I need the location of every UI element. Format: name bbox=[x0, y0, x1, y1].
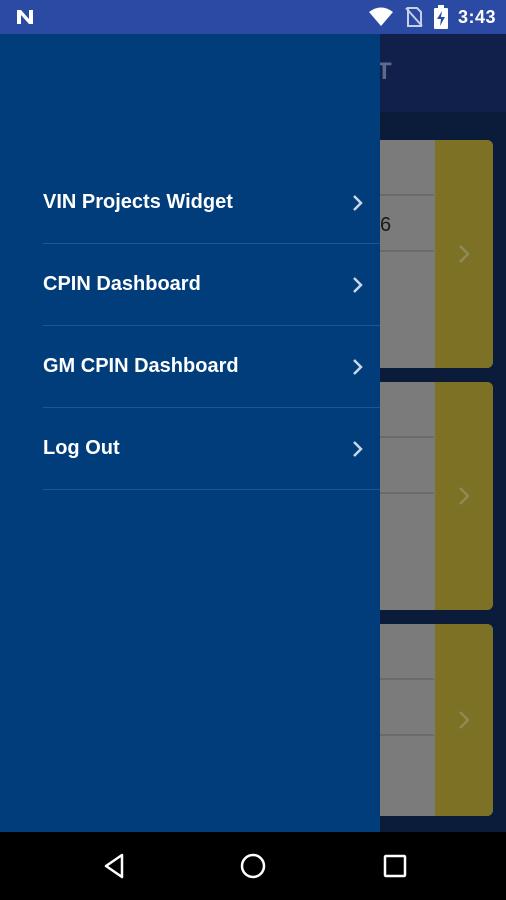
menu-item-log-out[interactable]: Log Out bbox=[43, 408, 380, 490]
chevron-right-icon bbox=[459, 487, 470, 505]
navigation-drawer: VIN Projects Widget CPIN Dashboard GM CP… bbox=[0, 34, 380, 832]
menu-item-label: GM CPIN Dashboard bbox=[43, 355, 239, 377]
home-icon[interactable] bbox=[238, 851, 268, 881]
drawer-menu: VIN Projects Widget CPIN Dashboard GM CP… bbox=[43, 162, 380, 490]
chevron-right-icon bbox=[459, 245, 470, 263]
menu-item-vin-projects-widget[interactable]: VIN Projects Widget bbox=[43, 162, 380, 244]
card-action[interactable] bbox=[435, 624, 493, 816]
chevron-right-icon bbox=[353, 276, 363, 293]
back-icon[interactable] bbox=[100, 851, 130, 881]
card-action[interactable] bbox=[435, 140, 493, 368]
system-nav-bar bbox=[0, 832, 506, 900]
chevron-right-icon bbox=[459, 711, 470, 729]
n-notification-icon bbox=[17, 10, 33, 24]
menu-item-label: VIN Projects Widget bbox=[43, 191, 233, 213]
chevron-right-icon bbox=[353, 440, 363, 457]
card-value-fragment: 6 bbox=[380, 214, 392, 236]
menu-item-label: CPIN Dashboard bbox=[43, 273, 201, 295]
wifi-icon bbox=[368, 7, 393, 26]
chevron-right-icon bbox=[353, 194, 363, 211]
status-time: 3:43 bbox=[457, 6, 496, 27]
menu-item-cpin-dashboard[interactable]: CPIN Dashboard bbox=[43, 244, 380, 326]
card-action[interactable] bbox=[435, 382, 493, 610]
status-bar: 3:43 bbox=[0, 0, 506, 34]
recents-icon[interactable] bbox=[380, 851, 410, 881]
chevron-right-icon bbox=[353, 358, 363, 375]
menu-item-gm-cpin-dashboard[interactable]: GM CPIN Dashboard bbox=[43, 326, 380, 408]
no-sim-icon bbox=[405, 7, 423, 27]
battery-charging-icon bbox=[433, 5, 448, 29]
menu-item-label: Log Out bbox=[43, 437, 120, 459]
